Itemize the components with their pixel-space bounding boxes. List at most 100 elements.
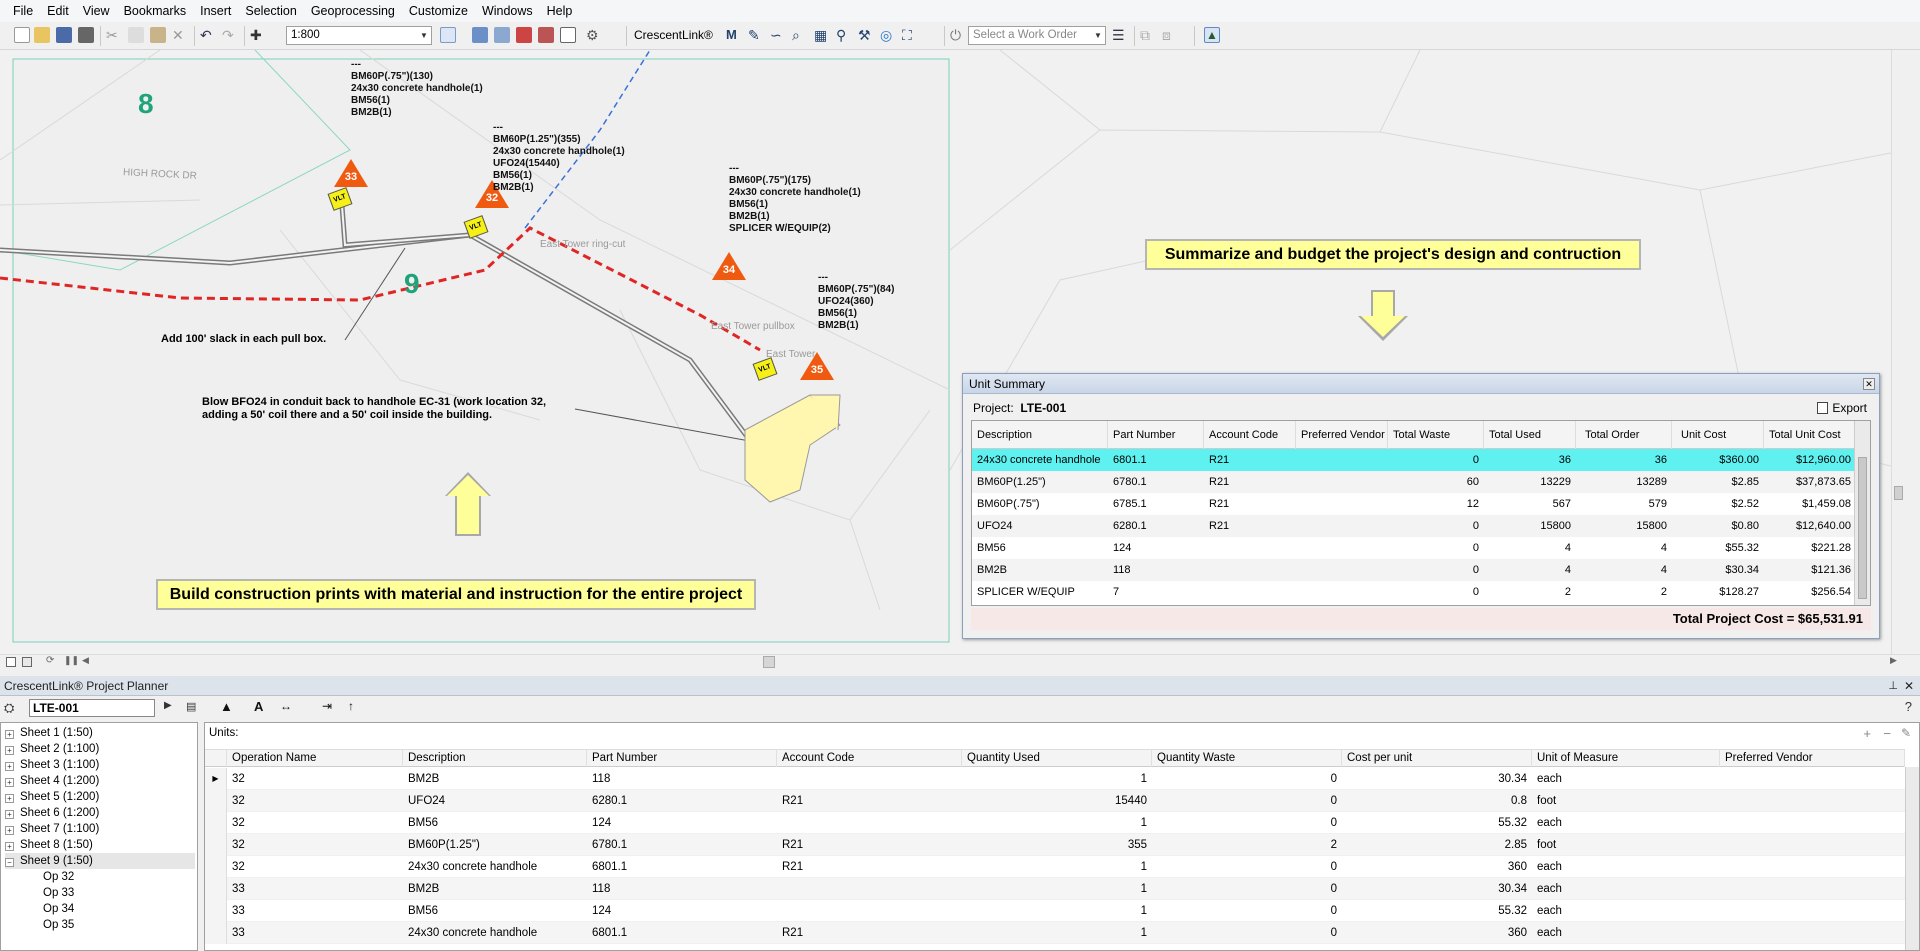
scroll-left-icon[interactable]: ◀ — [82, 655, 89, 666]
tree-item-sheet[interactable]: + Sheet 6 (1:200) — [5, 805, 195, 821]
row-selector[interactable] — [205, 878, 227, 900]
column-header[interactable]: Preferred Vendor — [1296, 421, 1388, 449]
delete-icon[interactable]: ✕ — [172, 27, 188, 43]
expand-icon[interactable]: + — [5, 810, 14, 819]
column-header[interactable]: Operation Name — [227, 750, 403, 767]
dimension-icon[interactable]: ↔ — [280, 699, 292, 713]
expand-icon[interactable]: + — [5, 794, 14, 803]
scroll-thumb[interactable] — [1858, 457, 1867, 599]
column-header[interactable]: Quantity Used — [962, 750, 1152, 767]
row-selector[interactable] — [205, 790, 227, 812]
units-scrollbar[interactable] — [1905, 767, 1919, 950]
column-header[interactable]: Unit Cost — [1676, 421, 1764, 449]
chevron-down-icon[interactable]: ▼ — [417, 27, 431, 44]
label-style-icon[interactable]: ▤ — [186, 700, 196, 713]
power-icon[interactable]: ⏻ — [950, 27, 966, 43]
expand-icon[interactable]: + — [5, 778, 14, 787]
table-row[interactable]: 32 UFO24 6280.1 R21 15440 0 0.8 foot — [205, 790, 1905, 812]
table-row[interactable]: 32 24x30 concrete handhole 6801.1 R21 1 0 360 e… — [205, 856, 1905, 878]
unit-summary-row[interactable]: 24x30 concrete handhole 6801.1 R21 0 36 36 $36… — [972, 449, 1856, 471]
column-header[interactable]: Part Number — [1108, 421, 1204, 449]
unit-summary-scrollbar[interactable] — [1854, 421, 1870, 605]
tree-item-operation[interactable]: Op 34 — [43, 901, 74, 917]
work-order-list-icon[interactable]: ☰ — [1112, 27, 1128, 43]
row-selector[interactable]: ▶ — [205, 768, 227, 790]
column-header[interactable]: Total Order — [1580, 421, 1672, 449]
crescentlink-tool-icon[interactable]: ⚒ — [858, 27, 874, 43]
column-header[interactable]: Total Unit Cost — [1764, 421, 1856, 449]
menu-help[interactable]: Help — [540, 0, 580, 22]
sketch-icon[interactable]: ⧉ — [1140, 27, 1156, 43]
paste-icon[interactable] — [150, 27, 166, 43]
column-header[interactable]: Total Used — [1484, 421, 1576, 449]
crescentlink-table-icon[interactable]: ▦ — [814, 27, 830, 43]
pause-icon[interactable]: ❚❚ — [64, 655, 79, 666]
scroll-right-icon[interactable]: ▶ — [1890, 655, 1897, 666]
column-header[interactable]: Description — [972, 421, 1108, 449]
unit-summary-row[interactable]: UFO24 6280.1 R21 0 15800 15800 $0.80 $12,640.00 — [972, 515, 1856, 537]
export-button[interactable]: Export — [1817, 401, 1867, 415]
export-plan-icon[interactable]: ⇥ — [322, 699, 332, 713]
unit-summary-row[interactable]: BM56 124 0 4 4 $55.32 $221.28 — [972, 537, 1856, 559]
row-selector[interactable] — [205, 812, 227, 834]
close-icon[interactable]: ✕ — [1904, 676, 1914, 696]
menu-bookmarks[interactable]: Bookmarks — [117, 0, 194, 22]
unit-summary-row[interactable]: SPLICER W/EQUIP 7 0 2 2 $128.27 $256.54 — [972, 581, 1856, 603]
editor-toolbar-icon[interactable] — [440, 27, 456, 43]
expand-icon[interactable]: + — [5, 762, 14, 771]
tree-item-sheet[interactable]: + Sheet 5 (1:200) — [5, 789, 195, 805]
print-icon[interactable] — [78, 27, 94, 43]
model-builder-icon[interactable]: ⚙ — [586, 27, 602, 43]
tree-item-sheet[interactable]: + Sheet 1 (1:50) — [5, 725, 195, 741]
row-selector[interactable] — [205, 922, 227, 944]
work-order-combo[interactable]: Select a Work Order ▼ — [968, 26, 1106, 45]
column-header[interactable]: Total Waste — [1388, 421, 1484, 449]
crescentlink-menu[interactable]: CrescentLink® — [634, 28, 713, 42]
table-row[interactable]: 32 BM60P(1.25") 6780.1 R21 355 2 2.85 foot — [205, 834, 1905, 856]
unit-summary-row[interactable]: BM60P(.75") 6785.1 R21 12 567 579 $2.52 $1,459.… — [972, 493, 1856, 515]
map-vertical-scroll-thumb[interactable] — [1894, 486, 1903, 500]
expand-icon[interactable]: + — [5, 730, 14, 739]
planner-project-input[interactable]: LTE-001 — [29, 699, 155, 717]
collapse-icon[interactable]: − — [5, 858, 14, 867]
symbol-icon[interactable]: ▲ — [220, 699, 233, 714]
map-vertical-scrollbar[interactable] — [1891, 50, 1906, 654]
column-header[interactable]: Account Code — [1204, 421, 1296, 449]
menu-geoprocessing[interactable]: Geoprocessing — [304, 0, 402, 22]
table-row[interactable]: ▶ 32 BM2B 118 1 0 30.34 each — [205, 768, 1905, 790]
close-icon[interactable]: ✕ — [1863, 378, 1875, 390]
layout-view-icon[interactable] — [6, 657, 16, 667]
column-header[interactable]: Preferred Vendor — [1720, 750, 1905, 767]
tree-item-sheet[interactable]: + Sheet 3 (1:100) — [5, 757, 195, 773]
text-icon[interactable]: A — [254, 699, 263, 714]
column-header[interactable]: Cost per unit — [1342, 750, 1532, 767]
refresh-icon[interactable]: ⟳ — [46, 655, 54, 666]
go-icon[interactable]: ▶ — [164, 700, 172, 711]
table-row[interactable]: 33 BM2B 118 1 0 30.34 each — [205, 878, 1905, 900]
binoculars-icon[interactable]: ⛶ — [902, 27, 918, 43]
table-row[interactable]: 32 BM56 124 1 0 55.32 each — [205, 812, 1905, 834]
remove-unit-icon[interactable]: − — [1883, 726, 1891, 741]
tree-item-sheet[interactable]: + Sheet 4 (1:200) — [5, 773, 195, 789]
catalog-icon[interactable] — [494, 27, 510, 43]
row-selector[interactable] — [205, 834, 227, 856]
new-document-icon[interactable] — [14, 27, 30, 43]
python-window-icon[interactable] — [560, 27, 576, 43]
menu-insert[interactable]: Insert — [193, 0, 238, 22]
table-row[interactable]: 33 BM56 124 1 0 55.32 each — [205, 900, 1905, 922]
column-header[interactable]: Account Code — [777, 750, 962, 767]
unit-summary-row[interactable]: BM2B 118 0 4 4 $30.34 $121.36 — [972, 559, 1856, 581]
sketch-props-icon[interactable]: ⧈ — [1162, 27, 1178, 43]
tree-item-sheet[interactable]: − Sheet 9 (1:50) — [5, 853, 195, 869]
crescentlink-trace-icon[interactable]: ∽ — [770, 27, 786, 43]
unit-summary-row[interactable]: BM60P(1.25") 6780.1 R21 60 13229 13289 $2.85 $3… — [972, 471, 1856, 493]
row-selector[interactable] — [205, 900, 227, 922]
open-folder-icon[interactable] — [34, 27, 50, 43]
column-header[interactable]: Part Number — [587, 750, 777, 767]
column-header[interactable]: Unit of Measure — [1532, 750, 1720, 767]
crescentlink-m-icon[interactable]: M — [726, 27, 742, 43]
row-selector[interactable] — [205, 856, 227, 878]
expand-icon[interactable]: + — [5, 842, 14, 851]
arctoolbox-icon[interactable] — [538, 27, 554, 43]
search-window-icon[interactable] — [516, 27, 532, 43]
